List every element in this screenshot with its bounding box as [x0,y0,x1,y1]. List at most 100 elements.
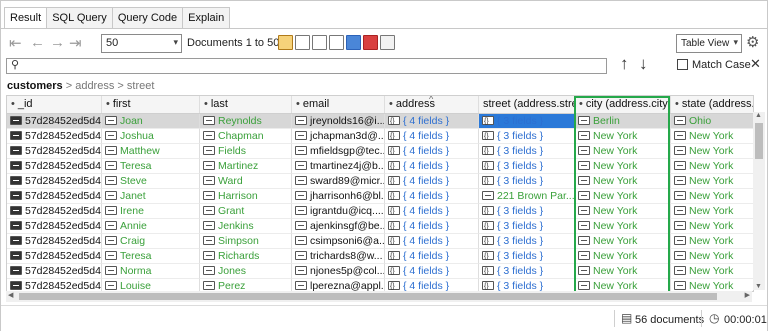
cell-email[interactable]: njones5p@col... [292,264,385,279]
cell-address[interactable]: { 4 fields } [385,189,479,204]
cell-street[interactable]: 221 Brown Par... [479,189,575,204]
lock-icon[interactable] [278,35,293,50]
cell-id[interactable]: 57d28452ed5d4... [7,129,102,144]
clone-document-icon[interactable] [312,35,327,50]
close-icon[interactable]: ✕ [750,56,761,72]
match-case-checkbox[interactable] [677,59,688,70]
previous-page-icon[interactable]: ← [30,34,45,51]
cell-id[interactable]: 57d28452ed5d4... [7,174,102,189]
cell-id[interactable]: 57d28452ed5d4... [7,204,102,219]
cell-last[interactable]: Chapman [200,129,292,144]
cell-address[interactable]: { 4 fields } [385,264,479,279]
cell-address[interactable]: { 4 fields } [385,144,479,159]
table-row[interactable]: 57d28452ed5d4... Craig Simpson csimpsoni6@a… [7,234,753,249]
cell-street[interactable]: { 3 fields } [479,159,575,174]
cell-street[interactable]: { 3 fields } [479,114,575,129]
cell-email[interactable]: sward89@micr... [292,174,385,189]
table-row[interactable]: 57d28452ed5d4... Teresa Richards trichards8… [7,249,753,264]
next-page-icon[interactable]: → [50,34,65,51]
save-icon[interactable] [346,35,361,50]
cell-city[interactable]: New York [575,174,671,189]
cell-city[interactable]: New York [575,204,671,219]
cell-address[interactable]: { 4 fields } [385,114,479,129]
column-header-street[interactable]: street (address.street) [479,96,575,113]
cell-last[interactable]: Richards [200,249,292,264]
cell-address[interactable]: { 4 fields } [385,204,479,219]
cell-first[interactable]: Teresa [102,249,200,264]
cell-last[interactable]: Grant [200,204,292,219]
cell-city[interactable]: New York [575,144,671,159]
cell-address[interactable]: { 4 fields } [385,219,479,234]
breadcrumb-address[interactable]: address [75,80,114,92]
column-header-state[interactable]: •state (address.state [671,96,753,113]
cell-email[interactable]: jharrisonh6@bl... [292,189,385,204]
cell-last[interactable]: Ward [200,174,292,189]
cell-city[interactable]: New York [575,159,671,174]
cell-city[interactable]: New York [575,189,671,204]
refresh-icon[interactable] [380,35,395,50]
cell-email[interactable]: mfieldsgp@tec... [292,144,385,159]
cell-state[interactable]: New York [671,189,753,204]
cell-last[interactable]: Martinez [200,159,292,174]
cell-id[interactable]: 57d28452ed5d4... [7,159,102,174]
cell-street[interactable]: { 3 fields } [479,249,575,264]
gear-icon[interactable]: ⚙ [746,33,759,51]
page-size-select[interactable]: 50 ▾ [101,34,182,53]
cell-state[interactable]: New York [671,144,753,159]
cell-email[interactable]: tmartinez4j@b... [292,159,385,174]
tab-query-code[interactable]: Query Code [112,7,184,29]
cell-state[interactable]: New York [671,204,753,219]
cell-last[interactable]: Simpson [200,234,292,249]
cell-first[interactable]: Annie [102,219,200,234]
table-row[interactable]: 57d28452ed5d4... Irene Grant igrantdu@icq..… [7,204,753,219]
cell-first[interactable]: Matthew [102,144,200,159]
cell-state[interactable]: Ohio [671,114,753,129]
horizontal-scrollbar[interactable]: ◀ ▶ [6,291,752,302]
cell-street[interactable]: { 3 fields } [479,234,575,249]
cell-city[interactable]: New York [575,264,671,279]
cell-city[interactable]: New York [575,234,671,249]
cell-first[interactable]: Irene [102,204,200,219]
cell-id[interactable]: 57d28452ed5d4... [7,234,102,249]
scroll-down-icon[interactable]: ▼ [755,283,762,290]
search-down-icon[interactable]: ↓ [639,54,648,74]
cell-id[interactable]: 57d28452ed5d4... [7,249,102,264]
cell-city[interactable]: New York [575,219,671,234]
cell-first[interactable]: Craig [102,234,200,249]
tab-result[interactable]: Result [4,7,48,29]
cell-last[interactable]: Jones [200,264,292,279]
view-mode-select[interactable]: Table View ▾ [676,34,742,53]
cell-street[interactable]: { 3 fields } [479,144,575,159]
table-row[interactable]: 57d28452ed5d4... Joan Reynolds jreynolds16@… [7,114,753,129]
cell-first[interactable]: Steve [102,174,200,189]
cell-state[interactable]: New York [671,234,753,249]
cell-state[interactable]: New York [671,129,753,144]
cell-id[interactable]: 57d28452ed5d4... [7,264,102,279]
breadcrumb-root[interactable]: customers [7,80,63,92]
cell-last[interactable]: Fields [200,144,292,159]
cell-first[interactable]: Joshua [102,129,200,144]
column-header-id[interactable]: • _id [7,96,102,113]
cell-first[interactable]: Teresa [102,159,200,174]
delete-icon[interactable] [363,35,378,50]
cell-id[interactable]: 57d28452ed5d4... [7,144,102,159]
last-page-icon[interactable]: ⇥ [69,34,82,52]
first-page-icon[interactable]: ⇤ [9,34,22,52]
horizontal-scroll-thumb[interactable] [19,293,717,300]
column-header-address[interactable]: • address ^ [385,96,479,113]
cell-city[interactable]: Berlin [575,114,671,129]
table-row[interactable]: 57d28452ed5d4... Norma Jones njones5p@col..… [7,264,753,279]
cell-email[interactable]: trichards8@w... [292,249,385,264]
cell-last[interactable]: Jenkins [200,219,292,234]
search-input[interactable]: ⚲ [6,58,607,74]
add-document-icon[interactable] [295,35,310,50]
scroll-right-icon[interactable]: ▶ [745,291,750,299]
cell-street[interactable]: { 3 fields } [479,219,575,234]
vertical-scrollbar[interactable]: ▲ ▼ [753,112,765,290]
cell-first[interactable]: Norma [102,264,200,279]
cell-address[interactable]: { 4 fields } [385,174,479,189]
cell-last[interactable]: Reynolds [200,114,292,129]
cell-id[interactable]: 57d28452ed5d4... [7,189,102,204]
cell-street[interactable]: { 3 fields } [479,264,575,279]
table-row[interactable]: 57d28452ed5d4... Joshua Chapman jchapman3d@… [7,129,753,144]
